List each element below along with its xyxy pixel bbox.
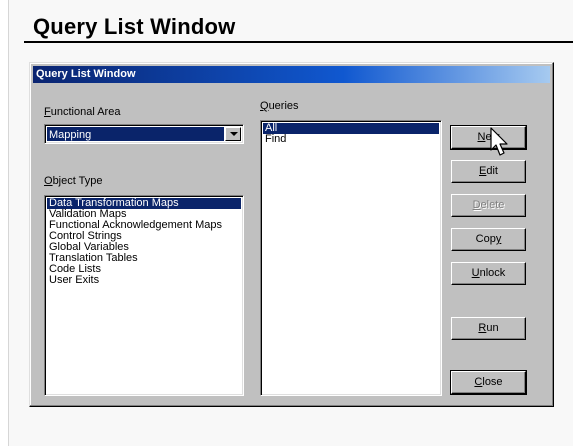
page-heading: Query List Window [33,14,236,39]
mouse-cursor-icon [490,127,508,156]
delete-button[interactable]: Delete [451,194,526,217]
queries-list[interactable]: All Find [260,120,442,396]
window-title-bar[interactable]: Query List Window [33,66,550,83]
functional-area-value: Mapping [47,127,224,141]
object-type-item[interactable]: User Exits [47,275,241,286]
query-item[interactable]: All [263,123,439,134]
close-button[interactable]: Close [450,370,527,395]
chevron-down-icon[interactable] [225,127,241,141]
object-type-label: Object Type [44,175,103,187]
query-list-window: Query List Window Functional Area Mappin… [29,62,554,407]
unlock-button[interactable]: Unlock [451,262,526,285]
object-type-list[interactable]: Data Transformation Maps Validation Maps… [44,195,244,396]
query-item[interactable]: Find [263,134,439,145]
copy-button[interactable]: Copy [451,228,526,251]
heading-rule [24,41,573,43]
run-button[interactable]: Run [451,317,526,340]
functional-area-label: Functional Area [44,106,121,118]
edit-button[interactable]: Edit [451,160,526,183]
functional-area-dropdown[interactable]: Mapping [44,124,244,144]
queries-label: Queries [260,100,299,112]
